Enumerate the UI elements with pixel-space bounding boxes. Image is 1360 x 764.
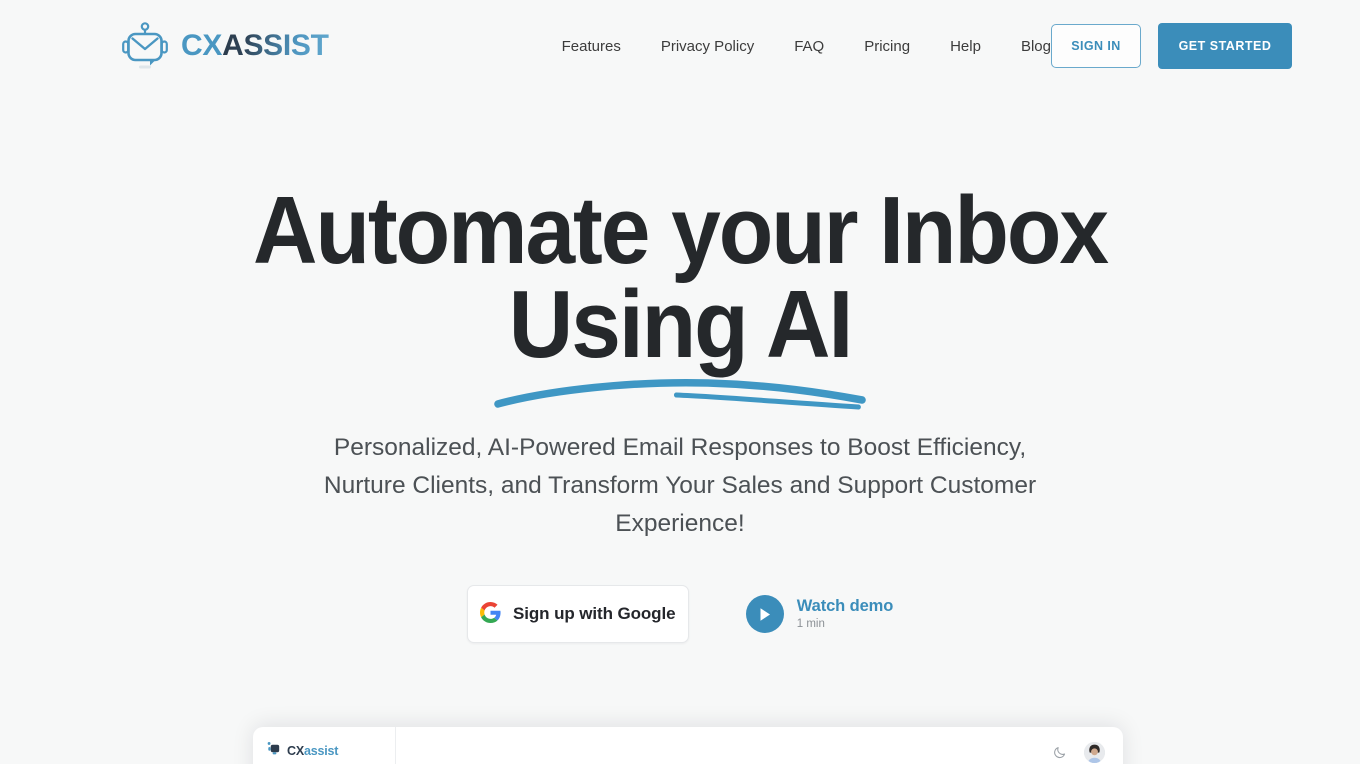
avatar[interactable] <box>1084 741 1105 763</box>
google-button-label: Sign up with Google <box>513 604 676 623</box>
get-started-button[interactable]: GET STARTED <box>1157 23 1292 69</box>
hero-title-line-2: Using AI <box>508 271 853 378</box>
header-actions: SIGN IN GET STARTED <box>1050 23 1292 69</box>
app-preview-wordmark-assist: assist <box>303 744 339 758</box>
main-navigation: Features Privacy Policy FAQ Pricing Help… <box>562 38 1051 55</box>
watch-demo-label: Watch demo <box>796 596 894 615</box>
nav-link-features[interactable]: Features <box>562 38 621 55</box>
hero-cta-row: Sign up with Google Watch demo 1 min <box>0 585 1360 643</box>
nav-link-blog[interactable]: Blog <box>1021 38 1051 55</box>
page-title: Automate your Inbox Using AI <box>48 177 1313 410</box>
watch-demo-text: Watch demo 1 min <box>796 596 894 631</box>
brand-wordmark: CXASSIST <box>181 31 329 61</box>
app-preview-card: CXassist <box>253 727 1123 764</box>
app-preview-main <box>396 727 1123 764</box>
hero-title-line-1: Automate your Inbox <box>253 177 1109 284</box>
robot-envelope-icon <box>118 20 172 72</box>
cxassist-app-icon <box>267 741 282 761</box>
nav-link-help[interactable]: Help <box>950 38 981 55</box>
moon-icon[interactable] <box>1050 742 1070 762</box>
watch-demo-button[interactable]: Watch demo 1 min <box>745 595 894 633</box>
brand-wordmark-cx: CX <box>181 29 223 62</box>
app-preview-sidebar: CXassist <box>253 727 396 764</box>
nav-link-faq[interactable]: FAQ <box>794 38 824 55</box>
nav-link-privacy-policy[interactable]: Privacy Policy <box>661 38 754 55</box>
hero-subtitle: Personalized, AI-Powered Email Responses… <box>323 434 1037 537</box>
sign-in-button[interactable]: SIGN IN <box>1050 24 1141 68</box>
app-preview-wordmark-cx: CX <box>287 744 304 758</box>
play-icon <box>745 595 784 633</box>
brand-wordmark-assist: ASSIST <box>222 29 329 62</box>
site-header: CXASSIST Features Privacy Policy FAQ Pri… <box>0 0 1360 92</box>
hero-section: Automate your Inbox Using AI Personalize… <box>0 92 1360 643</box>
google-g-icon <box>480 602 501 626</box>
nav-link-pricing[interactable]: Pricing <box>864 38 910 55</box>
app-preview-logo[interactable]: CXassist <box>267 741 395 761</box>
app-preview-wordmark: CXassist <box>287 744 338 758</box>
watch-demo-duration: 1 min <box>796 618 825 631</box>
hero-title-line-2-wrap: Using AI <box>494 277 866 410</box>
sign-up-with-google-button[interactable]: Sign up with Google <box>466 585 689 643</box>
brand-logo[interactable]: CXASSIST <box>118 20 329 72</box>
app-preview-topbar <box>396 739 1105 764</box>
